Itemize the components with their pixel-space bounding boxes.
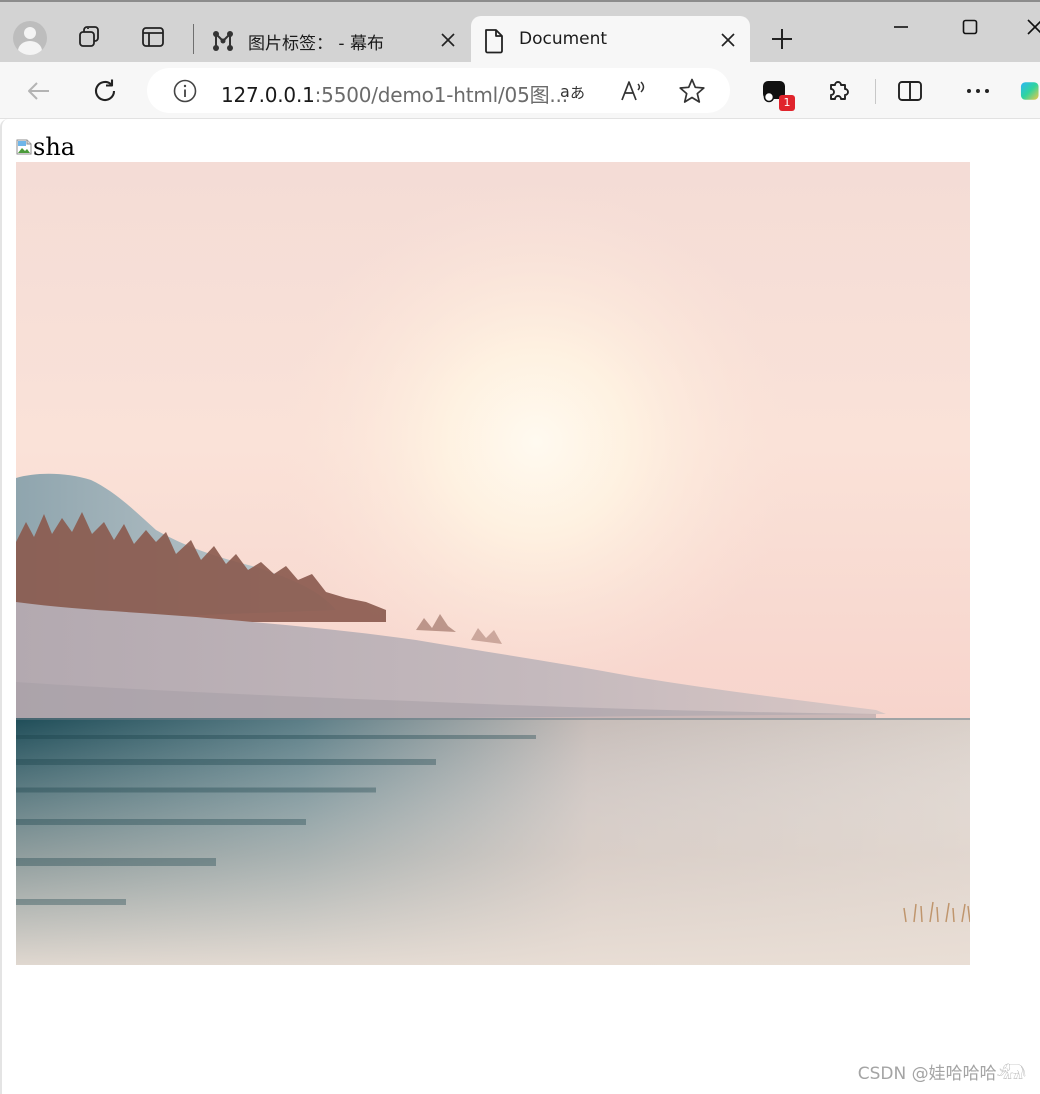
address-bar[interactable]: 127.0.0.1:5500/demo1-html/05图... a あ (147, 68, 730, 113)
translate-icon[interactable]: a あ (559, 77, 587, 105)
tab-strip: 图片标签： - 幕布 Document (0, 0, 1040, 64)
back-arrow-icon[interactable] (22, 74, 56, 108)
svg-text:a: a (560, 82, 570, 101)
tab-mubu[interactable]: 图片标签： - 幕布 (200, 16, 470, 64)
copilot-icon[interactable] (1018, 74, 1040, 108)
tab-document[interactable]: Document (471, 16, 750, 64)
extensions-puzzle-icon[interactable] (822, 74, 856, 108)
svg-text:あ: あ (570, 84, 585, 102)
browser-window: 图片标签： - 幕布 Document 127.0.0.1:5500/demo1… (0, 0, 1040, 1094)
toolbar-separator (875, 79, 876, 104)
document-page-icon (481, 28, 507, 54)
tab-title: Document (519, 29, 608, 49)
csdn-watermark: CSDN @娃哈哈哈𓃰 (857, 1064, 1026, 1084)
more-dots-icon[interactable] (961, 74, 995, 108)
extension-badge: 1 (779, 95, 795, 111)
refresh-icon[interactable] (88, 74, 122, 108)
close-tab-icon[interactable] (438, 30, 458, 50)
avatar-body (18, 41, 42, 55)
lake-water-haze (16, 718, 970, 965)
broken-image-icon (16, 139, 32, 155)
window-close-icon[interactable] (1020, 12, 1040, 42)
extension-pinned-icon[interactable]: 1 (757, 74, 795, 111)
info-circle-icon[interactable] (173, 79, 197, 103)
collections-icon[interactable] (75, 22, 105, 52)
favorite-star-icon[interactable] (678, 77, 706, 105)
url-text[interactable]: 127.0.0.1:5500/demo1-html/05图... (221, 79, 568, 108)
page-viewport: sha CSDN @娃哈哈哈𓃰 (0, 119, 1040, 1094)
minimize-icon[interactable] (886, 12, 916, 42)
maximize-icon[interactable] (955, 12, 985, 42)
split-screen-icon[interactable] (893, 74, 927, 108)
avatar-head (24, 27, 36, 39)
photo-svg (16, 162, 970, 965)
url-host: 127.0.0.1 (221, 83, 315, 107)
broken-image: sha (16, 133, 75, 161)
tab-separator (193, 24, 194, 54)
close-tab-icon[interactable] (718, 30, 738, 50)
vertical-tabs-icon[interactable] (138, 22, 168, 52)
mubu-graph-icon (210, 28, 236, 54)
tab-title: 图片标签： - 幕布 (248, 34, 384, 54)
lakeside-sunrise-photo (16, 162, 970, 965)
url-path: :5500/demo1-html/05图... (314, 83, 568, 107)
navigation-toolbar: 127.0.0.1:5500/demo1-html/05图... a あ 1 (0, 62, 1040, 119)
broken-image-alt-text: sha (33, 133, 76, 161)
read-aloud-icon[interactable] (619, 77, 647, 105)
profile-avatar[interactable] (13, 21, 47, 55)
plus-icon[interactable] (767, 24, 797, 54)
